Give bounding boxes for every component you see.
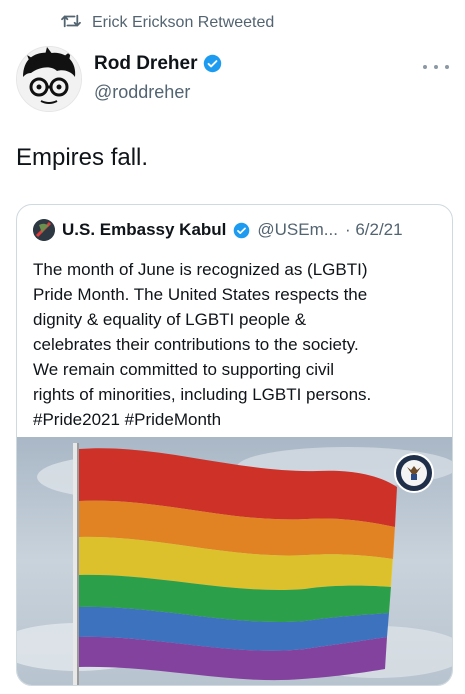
rainbow-flag (79, 448, 397, 681)
verified-badge-icon (233, 222, 250, 239)
tweet-text: Empires fall. (16, 144, 149, 171)
quoted-tweet-text: The month of June is recognized as (LGBT… (33, 257, 435, 432)
author-name[interactable]: Rod Dreher (94, 54, 197, 73)
verified-badge-icon (203, 54, 222, 73)
quoted-text-line: The month of June is recognized as (LGBT… (33, 260, 368, 279)
quoted-tweet-header: U.S. Embassy Kabul @USEm... · 6/2/21 (33, 219, 440, 241)
quoted-text-line: dignity & equality of LGBTI people & (33, 310, 307, 329)
caricature-avatar-image (17, 47, 81, 111)
quoted-tweet-date[interactable]: · 6/2/21 (345, 220, 403, 240)
tweet-author[interactable]: Rod Dreher @roddreher (94, 54, 222, 101)
pride-flag-photo[interactable] (17, 437, 452, 685)
retweet-context[interactable]: Erick Erickson Retweeted (60, 12, 274, 34)
quoted-text-line: celebrates their contributions to the so… (33, 335, 359, 354)
author-handle[interactable]: @roddreher (94, 83, 222, 101)
quoted-author-avatar[interactable] (33, 219, 55, 241)
quoted-text-line: Pride Month. The United States respects … (33, 285, 368, 304)
quoted-text-line: We remain committed to supporting civil (33, 360, 335, 379)
quoted-author-handle[interactable]: @USEm... (257, 220, 338, 240)
embassy-seal-icon (394, 453, 434, 493)
retweet-icon (60, 12, 82, 35)
retweet-label: Erick Erickson Retweeted (92, 14, 275, 31)
quoted-hashtags[interactable]: #Pride2021 #PrideMonth (33, 407, 435, 432)
author-avatar[interactable] (16, 46, 82, 112)
quoted-author-name[interactable]: U.S. Embassy Kabul (62, 220, 226, 240)
quoted-text-line: rights of minorities, including LGBTI pe… (33, 385, 372, 404)
quoted-tweet-card[interactable]: U.S. Embassy Kabul @USEm... · 6/2/21 The… (16, 204, 453, 686)
more-options-icon[interactable] (423, 60, 449, 74)
